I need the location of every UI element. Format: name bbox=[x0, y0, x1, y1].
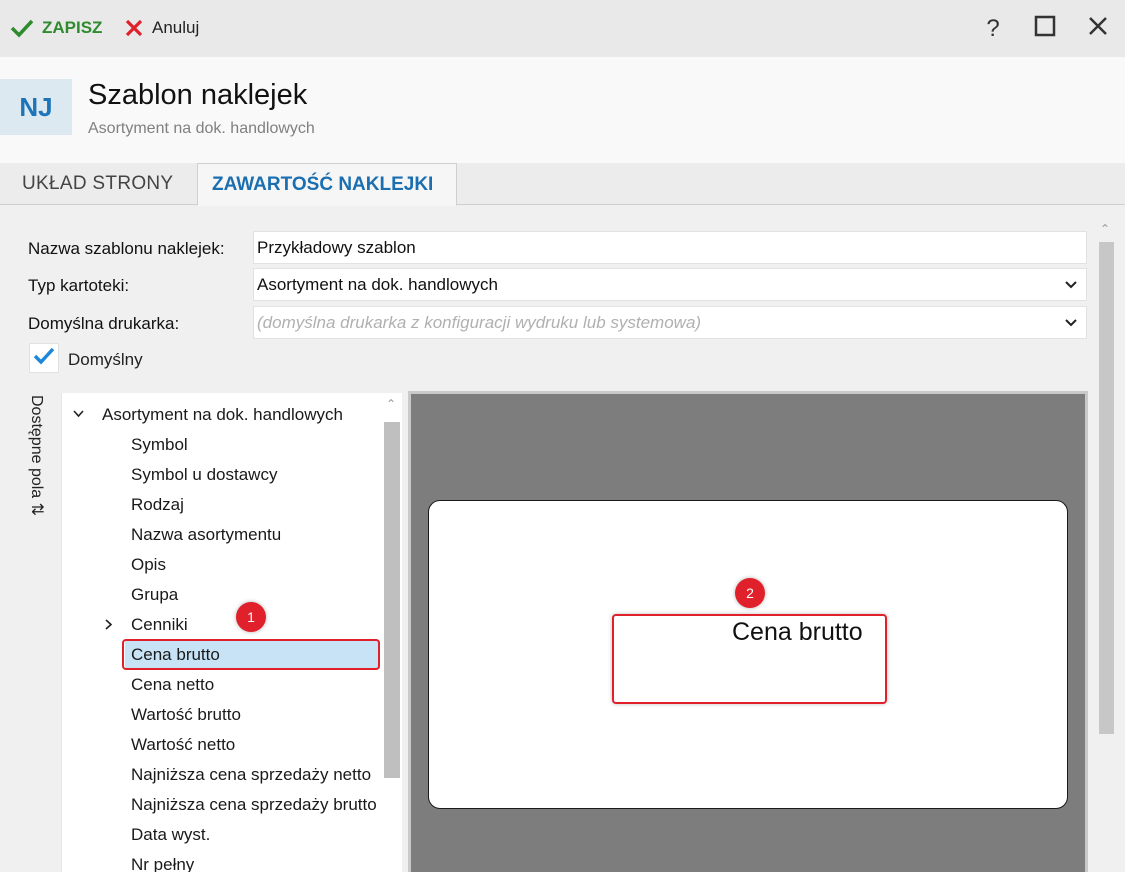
default-printer-placeholder: (domyślna drukarka z konfiguracji wydruk… bbox=[257, 313, 702, 332]
tree-item[interactable]: Cena netto bbox=[131, 675, 214, 695]
close-window-icon bbox=[1087, 15, 1109, 44]
annotation-marker-2: 2 bbox=[735, 578, 765, 608]
tree-item[interactable]: Opis bbox=[131, 555, 166, 575]
save-label: ZAPISZ bbox=[42, 18, 103, 37]
help-button[interactable]: ? bbox=[978, 14, 1008, 44]
tab-page-layout[interactable]: UKŁAD STRONY bbox=[8, 163, 187, 205]
available-fields-label: Dostępne pola ⇅ bbox=[28, 395, 45, 517]
available-fields-tree: Asortyment na dok. handlowych Symbol Sym… bbox=[61, 393, 402, 872]
maximize-button[interactable] bbox=[1030, 14, 1060, 44]
chevron-down-icon bbox=[1064, 277, 1078, 297]
toolbar: ZAPISZ Anuluj ? bbox=[0, 0, 1125, 57]
module-badge: NJ bbox=[0, 79, 72, 135]
tree-scroll-up-icon[interactable]: ⌃ bbox=[386, 397, 396, 411]
scroll-up-icon[interactable]: ⌃ bbox=[1100, 222, 1110, 236]
maximize-icon bbox=[1034, 15, 1056, 44]
tree-item[interactable]: Najniższa cena sprzedaży brutto bbox=[131, 795, 379, 815]
template-name-value: Przykładowy szablon bbox=[257, 238, 416, 257]
cancel-button[interactable]: Anuluj bbox=[124, 14, 199, 42]
dialog-header: NJ Szablon naklejek Asortyment na dok. h… bbox=[0, 57, 1125, 163]
tree-scrollbar[interactable]: ⌃ bbox=[382, 393, 401, 872]
default-checkbox-label: Domyślny bbox=[68, 350, 143, 369]
default-printer-label: Domyślna drukarka: bbox=[28, 314, 180, 333]
collapse-chevron-icon[interactable] bbox=[72, 407, 85, 423]
annotation-marker-1: 1 bbox=[236, 602, 266, 632]
default-printer-select[interactable]: (domyślna drukarka z konfiguracji wydruk… bbox=[253, 306, 1087, 339]
template-name-field[interactable]: Przykładowy szablon bbox=[253, 231, 1087, 264]
tree-root[interactable]: Asortyment na dok. handlowych bbox=[102, 405, 343, 425]
save-button[interactable]: ZAPISZ bbox=[10, 14, 102, 42]
default-checkbox[interactable] bbox=[29, 343, 59, 373]
tree-item[interactable]: Grupa bbox=[131, 585, 178, 605]
record-type-label: Typ kartoteki: bbox=[28, 276, 130, 295]
tree-item[interactable]: Data wyst. bbox=[131, 825, 210, 845]
tree-item[interactable]: Symbol bbox=[131, 435, 188, 455]
page-scrollbar[interactable]: ⌃ bbox=[1097, 222, 1115, 872]
tree-scrollbar-thumb[interactable] bbox=[384, 422, 400, 778]
tab-bar: UKŁAD STRONY ZAWARTOŚĆ NAKLEJKI bbox=[0, 163, 1125, 206]
checkmark-icon bbox=[10, 18, 34, 38]
record-type-select[interactable]: Asortyment na dok. handlowych bbox=[253, 268, 1087, 301]
sticker-field-text: Cena brutto bbox=[732, 618, 863, 646]
page-scrollbar-thumb[interactable] bbox=[1099, 242, 1114, 734]
tab-sticker-content[interactable]: ZAWARTOŚĆ NAKLEJKI bbox=[197, 163, 457, 206]
tree-item[interactable]: Wartość brutto bbox=[131, 705, 241, 725]
chevron-down-icon bbox=[1064, 315, 1078, 335]
tree-item[interactable]: Wartość netto bbox=[131, 735, 235, 755]
record-type-value: Asortyment na dok. handlowych bbox=[257, 275, 498, 294]
cancel-label: Anuluj bbox=[152, 18, 200, 37]
available-fields-toggle[interactable]: Dostępne pola ⇅ bbox=[27, 395, 57, 535]
tree-item[interactable]: Rodzaj bbox=[131, 495, 184, 515]
tree-item[interactable]: Nr pełny bbox=[131, 855, 194, 872]
page-title: Szablon naklejek bbox=[88, 79, 308, 111]
help-icon: ? bbox=[986, 15, 1000, 42]
close-icon bbox=[124, 18, 144, 38]
page-subtitle: Asortyment na dok. handlowych bbox=[88, 120, 315, 137]
tree-item[interactable]: Najniższa cena sprzedaży netto bbox=[131, 765, 379, 785]
annotation-highlight-1 bbox=[122, 639, 380, 670]
tree-item[interactable]: Nazwa asortymentu bbox=[131, 525, 281, 545]
expand-chevron-icon[interactable] bbox=[102, 618, 115, 634]
close-window-button[interactable] bbox=[1083, 14, 1113, 44]
tree-item[interactable]: Symbol u dostawcy bbox=[131, 465, 277, 485]
template-name-label: Nazwa szablonu naklejek: bbox=[28, 239, 225, 258]
tree-item-pricelists[interactable]: Cenniki bbox=[131, 615, 188, 635]
check-icon bbox=[33, 346, 55, 371]
